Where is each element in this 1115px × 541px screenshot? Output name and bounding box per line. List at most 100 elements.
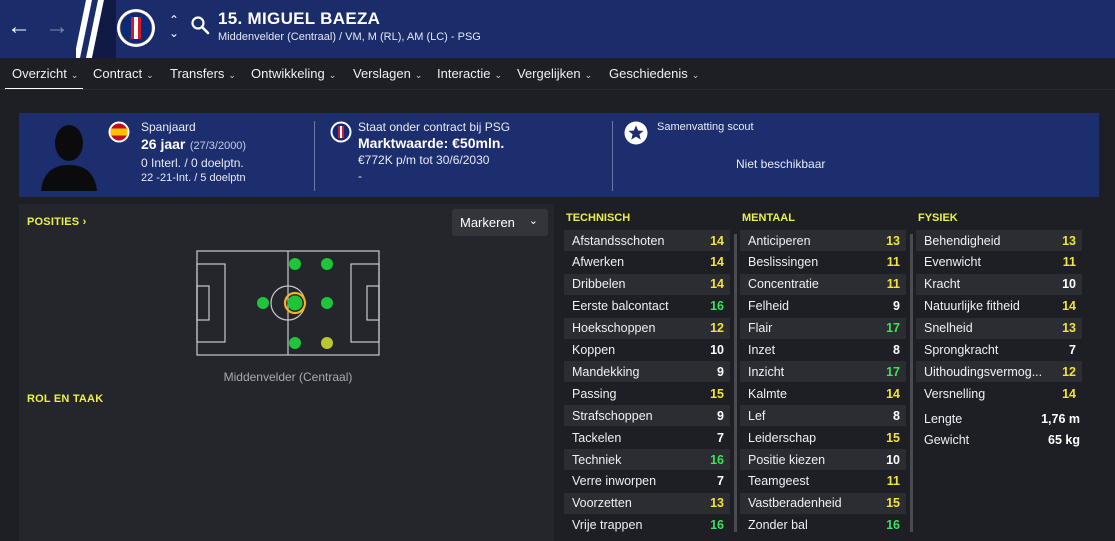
nationality-cell: Spanjaard 26 jaar (27/3/2000) 0 Interl. … — [141, 120, 246, 184]
mental-scrollbar[interactable] — [910, 234, 913, 532]
attribute-row[interactable]: Strafschoppen 9 — [564, 405, 730, 427]
chevron-down-icon: ⌄ — [494, 70, 503, 80]
attribute-row[interactable]: Mandekking 9 — [564, 361, 730, 383]
attribute-row[interactable]: Eerste balcontact 16 — [564, 296, 730, 317]
attribute-row[interactable]: Behendigheid 13 — [916, 230, 1082, 251]
attribute-label: Uithoudingsvermog... — [924, 364, 1043, 379]
attribute-row[interactable]: Beslissingen 11 — [740, 252, 906, 273]
attribute-label: Flair — [748, 321, 773, 336]
attribute-row[interactable]: Dribbelen 14 — [564, 273, 730, 295]
tab-geschiedenis[interactable]: Geschiedenis ⌄ — [609, 66, 699, 81]
attribute-row[interactable]: Hoekschoppen 12 — [564, 317, 730, 339]
tab-ontwikkeling[interactable]: Ontwikkeling ⌄ — [251, 66, 336, 81]
attribute-label: Eerste balcontact — [572, 299, 669, 314]
attribute-label: Passing — [572, 386, 617, 401]
attribute-row[interactable]: Koppen 10 — [564, 340, 730, 361]
tab-label: Contract — [93, 66, 143, 81]
tab-transfers[interactable]: Transfers ⌄ — [170, 66, 236, 81]
attribute-value: 13 — [886, 233, 900, 248]
attribute-row[interactable]: Passing 15 — [564, 383, 730, 404]
attribute-row[interactable]: Uithoudingsvermog... 12 — [916, 361, 1082, 383]
chevron-down-icon: ⌄ — [328, 70, 337, 80]
player-switch[interactable]: ⌃ ⌄ — [166, 14, 182, 44]
back-arrow-icon[interactable]: ← — [4, 12, 34, 42]
attribute-row[interactable]: Leiderschap 15 — [740, 427, 906, 448]
attribute-row[interactable]: Inzicht 17 — [740, 361, 906, 383]
attribute-row[interactable]: Afstandsschoten 14 — [564, 230, 730, 251]
international-caps: 0 Interl. / 0 doelptn. — [141, 156, 244, 170]
card-divider — [612, 121, 613, 191]
attribute-row[interactable]: Tackelen 7 — [564, 427, 730, 448]
attribute-label: Mandekking — [572, 364, 640, 379]
attribute-row[interactable]: Voorzetten 13 — [564, 492, 730, 514]
player-subtitle: Middenvelder (Centraal) / VM, M (RL), AM… — [218, 31, 481, 43]
attribute-row[interactable]: Natuurlijke fitheid 14 — [916, 296, 1082, 317]
attribute-row[interactable]: Verre inworpen 7 — [564, 471, 730, 492]
attribute-row[interactable]: Anticiperen 13 — [740, 230, 906, 251]
height-value: 1,76 m — [1041, 411, 1080, 426]
attribute-row[interactable]: Evenwicht 11 — [916, 252, 1082, 273]
attribute-label: Tackelen — [572, 430, 622, 445]
attribute-value: 17 — [886, 321, 900, 336]
attribute-label: Vrije trappen — [572, 518, 643, 533]
scout-summary-text: Niet beschikbaar — [736, 157, 826, 171]
tab-contract[interactable]: Contract ⌄ — [93, 66, 154, 81]
attribute-row[interactable]: Zonder bal 16 — [740, 515, 906, 536]
attribute-row[interactable]: Kracht 10 — [916, 273, 1082, 295]
attribute-row[interactable]: Vastberadenheid 15 — [740, 492, 906, 514]
attribute-value: 16 — [886, 518, 900, 533]
attribute-row[interactable]: Felheid 9 — [740, 296, 906, 317]
attribute-label: Evenwicht — [924, 255, 981, 270]
player-silhouette — [41, 125, 97, 191]
forward-arrow-icon[interactable]: → — [42, 12, 72, 42]
chevron-right-icon: › — [82, 216, 87, 228]
header-stripes — [76, 0, 116, 58]
attribute-row[interactable]: Teamgeest 11 — [740, 471, 906, 492]
markeren-dropdown[interactable]: Markeren ⌄ — [452, 209, 548, 236]
attribute-label: Snelheid — [924, 321, 973, 336]
attribute-label: Sprongkracht — [924, 343, 999, 357]
club-crest-icon[interactable] — [116, 8, 156, 48]
attribute-row[interactable]: Lef 8 — [740, 405, 906, 427]
attribute-label: Strafschoppen — [572, 408, 653, 423]
attribute-label: Dribbelen — [572, 277, 626, 292]
tab-divider — [0, 89, 1115, 90]
attribute-label: Beslissingen — [748, 255, 819, 270]
attribute-value: 7 — [717, 430, 724, 445]
physical-attributes: FYSIEK Behendigheid 13 Evenwicht 11 Kracht 10… — [916, 204, 1084, 541]
chevron-down-icon: ⌄ — [146, 70, 154, 80]
weight-label: Gewicht — [924, 432, 970, 447]
attribute-label: Teamgeest — [748, 474, 810, 489]
attribute-row[interactable]: Versnelling 14 — [916, 383, 1082, 404]
position-label: Middenvelder (Centraal) — [223, 370, 353, 384]
technical-scrollbar[interactable] — [734, 234, 737, 532]
chevron-down-icon[interactable]: ⌄ — [166, 27, 182, 40]
tab-label: Interactie — [437, 66, 491, 81]
position-pitch — [196, 250, 380, 356]
search-icon[interactable] — [190, 15, 210, 35]
chevron-down-icon: ⌄ — [70, 70, 79, 80]
tab-vergelijken[interactable]: Vergelijken ⌄ — [517, 66, 592, 81]
attribute-row[interactable]: Afwerken 14 — [564, 252, 730, 273]
u21-caps: 22 -21-Int. / 5 doelptn — [141, 172, 246, 184]
attribute-label: Felheid — [748, 299, 789, 314]
attribute-row[interactable]: Inzet 8 — [740, 340, 906, 361]
attribute-row[interactable]: Vrije trappen 16 — [564, 515, 730, 536]
attribute-row[interactable]: Flair 17 — [740, 317, 906, 339]
tab-verslagen[interactable]: Verslagen ⌄ — [353, 66, 422, 81]
attribute-row[interactable]: Kalmte 14 — [740, 383, 906, 404]
attribute-row[interactable]: Techniek 16 — [564, 449, 730, 470]
attribute-value: 15 — [710, 386, 724, 401]
tab-overzicht[interactable]: Overzicht ⌄ — [4, 66, 84, 90]
attribute-row[interactable]: Concentratie 11 — [740, 273, 906, 295]
role-duty-title[interactable]: ROL EN TAAK — [27, 393, 103, 405]
attribute-row[interactable]: Snelheid 13 — [916, 317, 1082, 339]
attribute-row[interactable]: Sprongkracht 7 — [916, 340, 1082, 361]
club-badge-icon[interactable] — [330, 121, 352, 143]
positions-title[interactable]: POSITIES › — [27, 216, 86, 228]
attribute-row[interactable]: Positie kiezen 10 — [740, 449, 906, 470]
tab-interactie[interactable]: Interactie ⌄ — [437, 66, 502, 81]
position-dot-amc — [321, 258, 333, 270]
attribute-value: 14 — [1062, 299, 1076, 314]
weight-value: 65 kg — [1048, 432, 1080, 447]
